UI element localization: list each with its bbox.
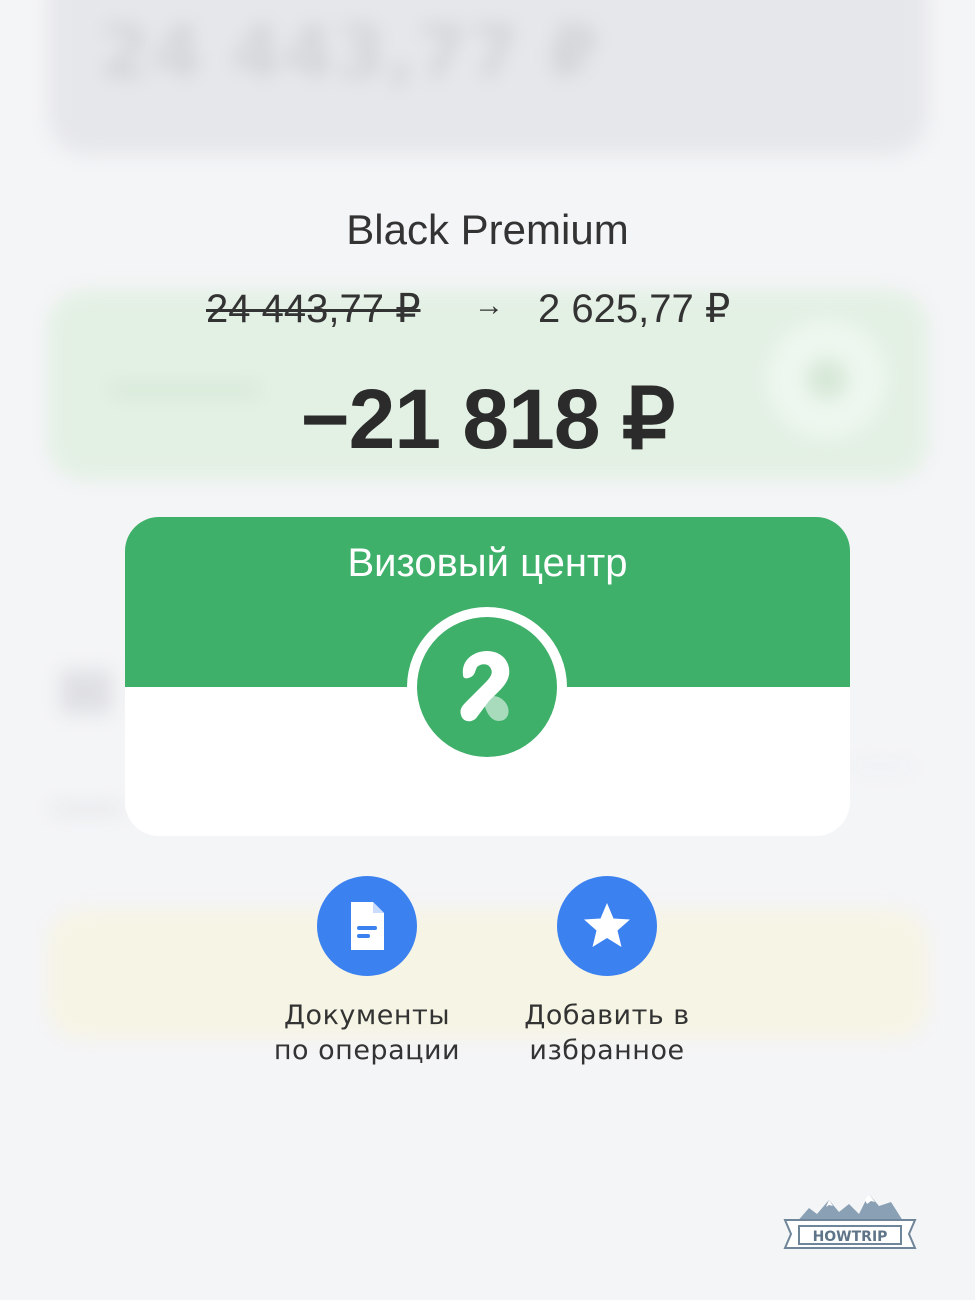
howtrip-watermark-logo: HOWTRIP xyxy=(783,1190,917,1254)
add-to-favorites-action[interactable]: Добавить в избранное xyxy=(487,876,727,1068)
merchant-card[interactable]: Визовый центр xyxy=(125,517,850,836)
balance-after: 2 625,77 ₽ xyxy=(538,287,731,331)
star-icon[interactable] xyxy=(557,876,657,976)
document-icon[interactable] xyxy=(317,876,417,976)
blurred-gray-line xyxy=(52,805,122,813)
blurred-top-card-text: 24 443,77 ₽ xyxy=(100,10,601,94)
blurred-side-line xyxy=(852,765,912,768)
documents-action[interactable]: Документы по операции xyxy=(247,876,487,1068)
blurred-gray-block xyxy=(60,670,112,714)
watermark-text: HOWTRIP xyxy=(813,1229,888,1245)
balance-before: 24 443,77 ₽ xyxy=(206,287,421,331)
merchant-logo-icon xyxy=(417,617,557,757)
arrow-right-icon: → xyxy=(474,289,504,322)
merchant-name: Визовый центр xyxy=(347,541,628,585)
card-product-name: Black Premium xyxy=(346,206,629,253)
add-to-favorites-label: Добавить в избранное xyxy=(524,1000,690,1066)
documents-action-label: Документы по операции xyxy=(273,1000,461,1066)
transaction-amount: −21 818 ₽ xyxy=(300,372,676,466)
blurred-top-card xyxy=(48,0,928,155)
